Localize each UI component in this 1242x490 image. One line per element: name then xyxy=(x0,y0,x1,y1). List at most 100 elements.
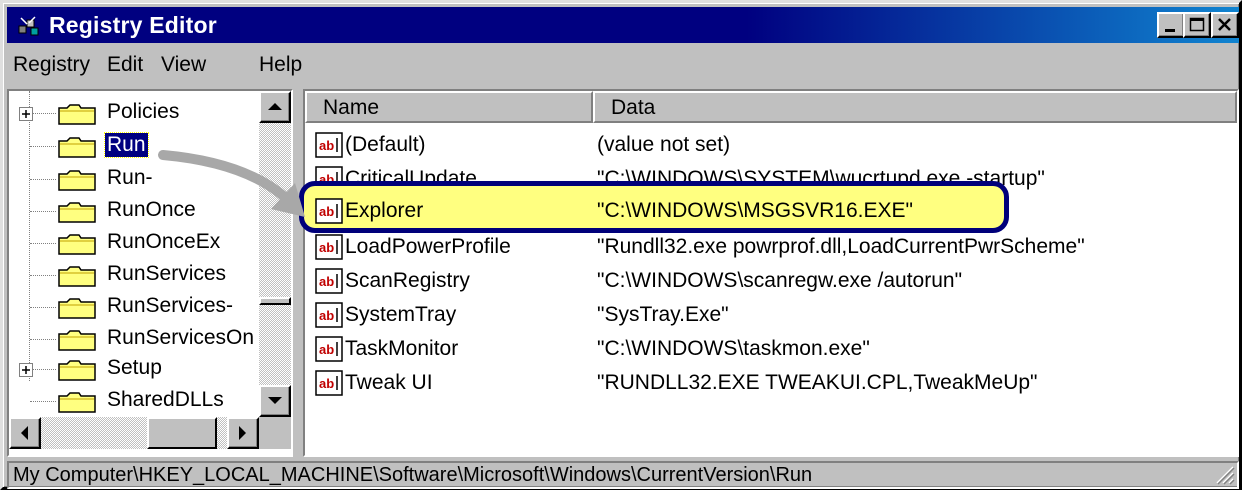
expand-plus-icon[interactable] xyxy=(19,363,33,377)
value-data: "C:\WINDOWS\MSGSVR16.EXE" xyxy=(597,199,913,222)
scroll-up-button[interactable] xyxy=(259,91,291,123)
value-name: Explorer xyxy=(345,199,424,222)
folder-icon xyxy=(57,102,97,126)
tree-vertical-scrollbar[interactable] xyxy=(259,91,291,417)
svg-text:ab: ab xyxy=(319,342,334,357)
value-data: "Rundll32.exe powrprof.dll,LoadCurrentPw… xyxy=(597,235,1085,258)
tree-item-label: Policies xyxy=(107,100,180,123)
tree-item[interactable]: RunServices- xyxy=(9,291,259,323)
tree-item[interactable]: RunServicesOn xyxy=(9,323,259,355)
string-value-icon: ab xyxy=(315,234,343,260)
string-value-icon: ab xyxy=(315,370,343,396)
folder-icon xyxy=(57,200,97,224)
value-data: "C:\WINDOWS\scanregw.exe /autorun" xyxy=(597,269,963,292)
tree-connector xyxy=(30,146,56,147)
tree-item-label: SharedDLLs xyxy=(107,388,224,411)
menu-view[interactable]: View xyxy=(161,53,206,77)
window-title: Registry Editor xyxy=(49,12,217,38)
tree-connector xyxy=(30,339,56,340)
value-row[interactable]: ab Tweak UI "RUNDLL32.EXE TWEAKUI.CPL,Twea… xyxy=(305,367,1235,399)
tree-item[interactable]: RunServices xyxy=(9,259,259,291)
title-bar[interactable]: Registry Editor xyxy=(7,7,1239,43)
tree-item-label: RunOnceEx xyxy=(107,230,221,253)
column-header-data-label: Data xyxy=(611,96,656,119)
tree-item[interactable]: RunOnce xyxy=(9,195,259,227)
pane-splitter[interactable] xyxy=(293,89,303,457)
tree-item-label: Run xyxy=(104,132,149,158)
folder-icon xyxy=(57,135,97,159)
tree-item[interactable]: Setup xyxy=(9,353,259,385)
value-row-highlighted[interactable]: ab Explorer "C:\WINDOWS\MSGSVR16.EXE" xyxy=(305,195,1005,227)
value-data: (value not set) xyxy=(597,133,731,156)
tree-item[interactable]: Policies xyxy=(9,97,259,129)
arrow-up-icon xyxy=(268,103,282,110)
string-value-icon: ab xyxy=(315,302,343,328)
tree-item[interactable]: Run- xyxy=(9,163,259,195)
menu-registry[interactable]: Registry xyxy=(13,53,90,77)
tree-item-label: RunServices xyxy=(107,262,227,285)
key-tree-pane[interactable]: Policies Run Run- RunOnce RunOnceEx RunServic… xyxy=(7,89,293,457)
tree-scroll-thumb[interactable] xyxy=(259,297,291,305)
value-row[interactable]: ab LoadPowerProfile "Rundll32.exe powrprof… xyxy=(305,231,1235,263)
svg-text:ab: ab xyxy=(319,376,334,391)
value-row[interactable]: ab TaskMonitor "C:\WINDOWS\taskmon.exe" xyxy=(305,333,1235,365)
tree-connector xyxy=(30,307,56,308)
close-icon xyxy=(1218,18,1231,31)
scroll-right-button[interactable] xyxy=(227,417,259,449)
tree-connector xyxy=(30,179,56,180)
close-button[interactable] xyxy=(1211,12,1239,38)
column-header-name[interactable]: Name xyxy=(305,91,593,123)
status-bar: My Computer\HKEY_LOCAL_MACHINE\Software\… xyxy=(7,461,1239,489)
menu-bar: Registry Edit View Help xyxy=(7,47,1239,83)
tree-item[interactable]: Run xyxy=(9,130,259,162)
arrow-left-icon xyxy=(21,426,28,440)
folder-icon xyxy=(57,390,97,414)
tree-item-label: Setup xyxy=(107,356,162,379)
tree-connector xyxy=(30,275,56,276)
folder-icon xyxy=(57,232,97,256)
menu-help[interactable]: Help xyxy=(259,53,302,77)
svg-text:ab: ab xyxy=(319,240,334,255)
values-list-pane[interactable]: Name Data ab (Default) (value not set) ab Cr… xyxy=(303,89,1239,457)
value-name: LoadPowerProfile xyxy=(345,235,511,258)
tree-connector xyxy=(30,369,56,370)
value-data: "C:\WINDOWS\taskmon.exe" xyxy=(597,337,870,360)
string-value-icon: ab xyxy=(315,268,343,294)
value-name: Tweak UI xyxy=(345,371,433,394)
menu-edit[interactable]: Edit xyxy=(107,53,143,77)
column-header-data[interactable]: Data xyxy=(593,91,1237,123)
scroll-down-button[interactable] xyxy=(259,385,291,417)
value-row[interactable]: ab ScanRegistry "C:\WINDOWS\scanregw.exe /… xyxy=(305,265,1235,297)
registry-editor-window: Registry Editor Registry Edit View Help … xyxy=(0,0,1242,490)
value-row[interactable]: ab SystemTray "SysTray.Exe" xyxy=(305,299,1235,331)
svg-text:ab: ab xyxy=(319,274,334,289)
status-path: My Computer\HKEY_LOCAL_MACHINE\Software\… xyxy=(13,464,813,486)
folder-icon xyxy=(57,168,97,192)
value-data: "RUNDLL32.EXE TWEAKUI.CPL,TweakMeUp" xyxy=(597,371,1038,394)
expand-plus-icon[interactable] xyxy=(19,107,33,121)
tree-connector xyxy=(30,401,56,402)
value-name: (Default) xyxy=(345,133,426,156)
tree-item[interactable]: RunOnceEx xyxy=(9,227,259,259)
string-value-icon: ab xyxy=(315,336,343,362)
tree-connector xyxy=(30,243,56,244)
value-name: SystemTray xyxy=(345,303,457,326)
tree-item-label: RunServices- xyxy=(107,294,234,317)
tree-item[interactable]: SharedDLLs xyxy=(9,385,259,417)
tree-connector xyxy=(30,113,56,114)
tree-horizontal-scrollbar[interactable] xyxy=(9,417,259,449)
minimize-button[interactable] xyxy=(1157,12,1185,38)
maximize-button[interactable] xyxy=(1183,12,1211,38)
folder-icon xyxy=(57,296,97,320)
value-data: "SysTray.Exe" xyxy=(597,303,729,326)
scroll-corner xyxy=(259,417,291,449)
tree-item-label: Run- xyxy=(107,166,153,189)
column-header-name-label: Name xyxy=(323,96,380,119)
value-row[interactable]: ab (Default) (value not set) xyxy=(305,129,1235,161)
tree-hscroll-thumb[interactable] xyxy=(147,417,217,449)
resize-grip-icon[interactable] xyxy=(1213,463,1235,485)
scroll-left-button[interactable] xyxy=(9,417,41,449)
string-value-icon: ab xyxy=(315,198,343,224)
arrow-right-icon xyxy=(239,426,246,440)
string-value-icon: ab xyxy=(315,132,343,158)
